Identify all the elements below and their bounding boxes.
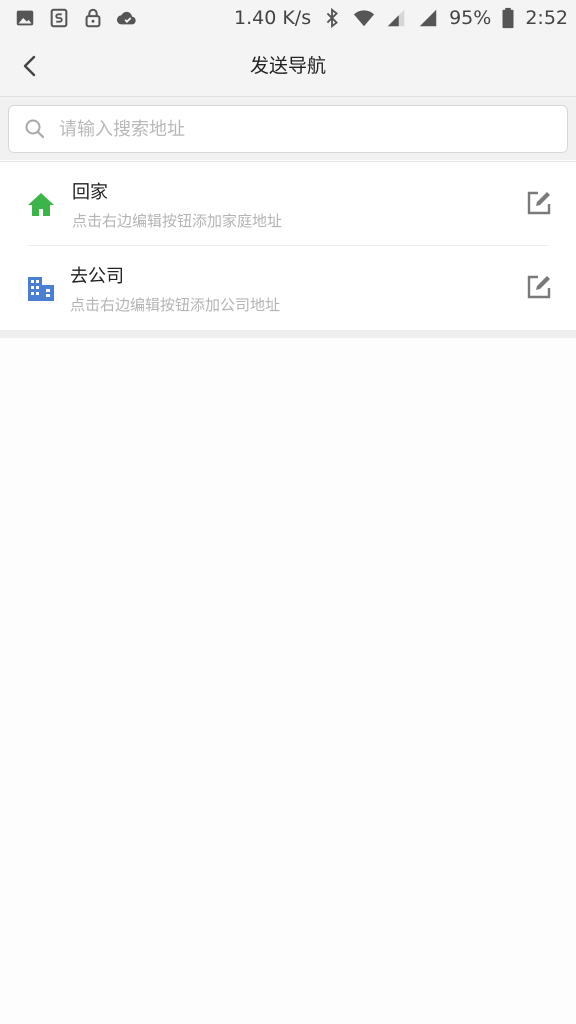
list-item-home[interactable]: 回家 点击右边编辑按钮添加家庭地址 xyxy=(0,162,576,246)
edit-icon xyxy=(526,190,552,220)
home-title: 回家 xyxy=(72,182,108,203)
cloud-icon xyxy=(116,7,138,29)
edit-home-button[interactable] xyxy=(526,190,552,216)
company-title: 去公司 xyxy=(70,266,124,287)
office-building-icon xyxy=(26,274,56,304)
status-bar: 1.40 K/s 95% 2:52 xyxy=(0,0,576,36)
status-bar-notifications xyxy=(0,7,138,29)
lock-icon xyxy=(82,7,104,29)
edit-icon xyxy=(526,274,552,304)
sync-icon xyxy=(48,7,70,29)
home-subtitle: 点击右边编辑按钮添加家庭地址 xyxy=(72,212,283,230)
signal-icon xyxy=(385,7,407,29)
home-icon xyxy=(26,190,56,220)
bluetooth-icon xyxy=(321,7,343,29)
wifi-icon xyxy=(353,7,375,29)
search-section xyxy=(0,97,576,160)
chevron-left-icon xyxy=(20,55,40,77)
signal-icon xyxy=(417,7,439,29)
battery-icon xyxy=(501,7,515,29)
company-subtitle: 点击右边编辑按钮添加公司地址 xyxy=(70,296,281,314)
search-box[interactable] xyxy=(8,105,568,153)
search-input[interactable] xyxy=(59,118,567,140)
status-bar-system: 1.40 K/s 95% 2:52 xyxy=(234,7,576,29)
battery-percent: 95% xyxy=(449,7,492,29)
list-item-company[interactable]: 去公司 点击右边编辑按钮添加公司地址 xyxy=(0,246,576,330)
edit-company-button[interactable] xyxy=(526,274,552,300)
network-speed: 1.40 K/s xyxy=(233,7,312,29)
back-button[interactable] xyxy=(10,46,50,86)
image-icon xyxy=(14,7,36,29)
shortcut-list: 回家 点击右边编辑按钮添加家庭地址 去公司 点击右边编辑按钮添加公司地址 xyxy=(0,161,576,331)
header-bar: 发送导航 xyxy=(0,36,576,96)
search-icon xyxy=(23,117,47,141)
clock: 2:52 xyxy=(525,7,568,29)
list-bottom-divider xyxy=(0,330,576,338)
page-title: 发送导航 xyxy=(249,55,326,77)
